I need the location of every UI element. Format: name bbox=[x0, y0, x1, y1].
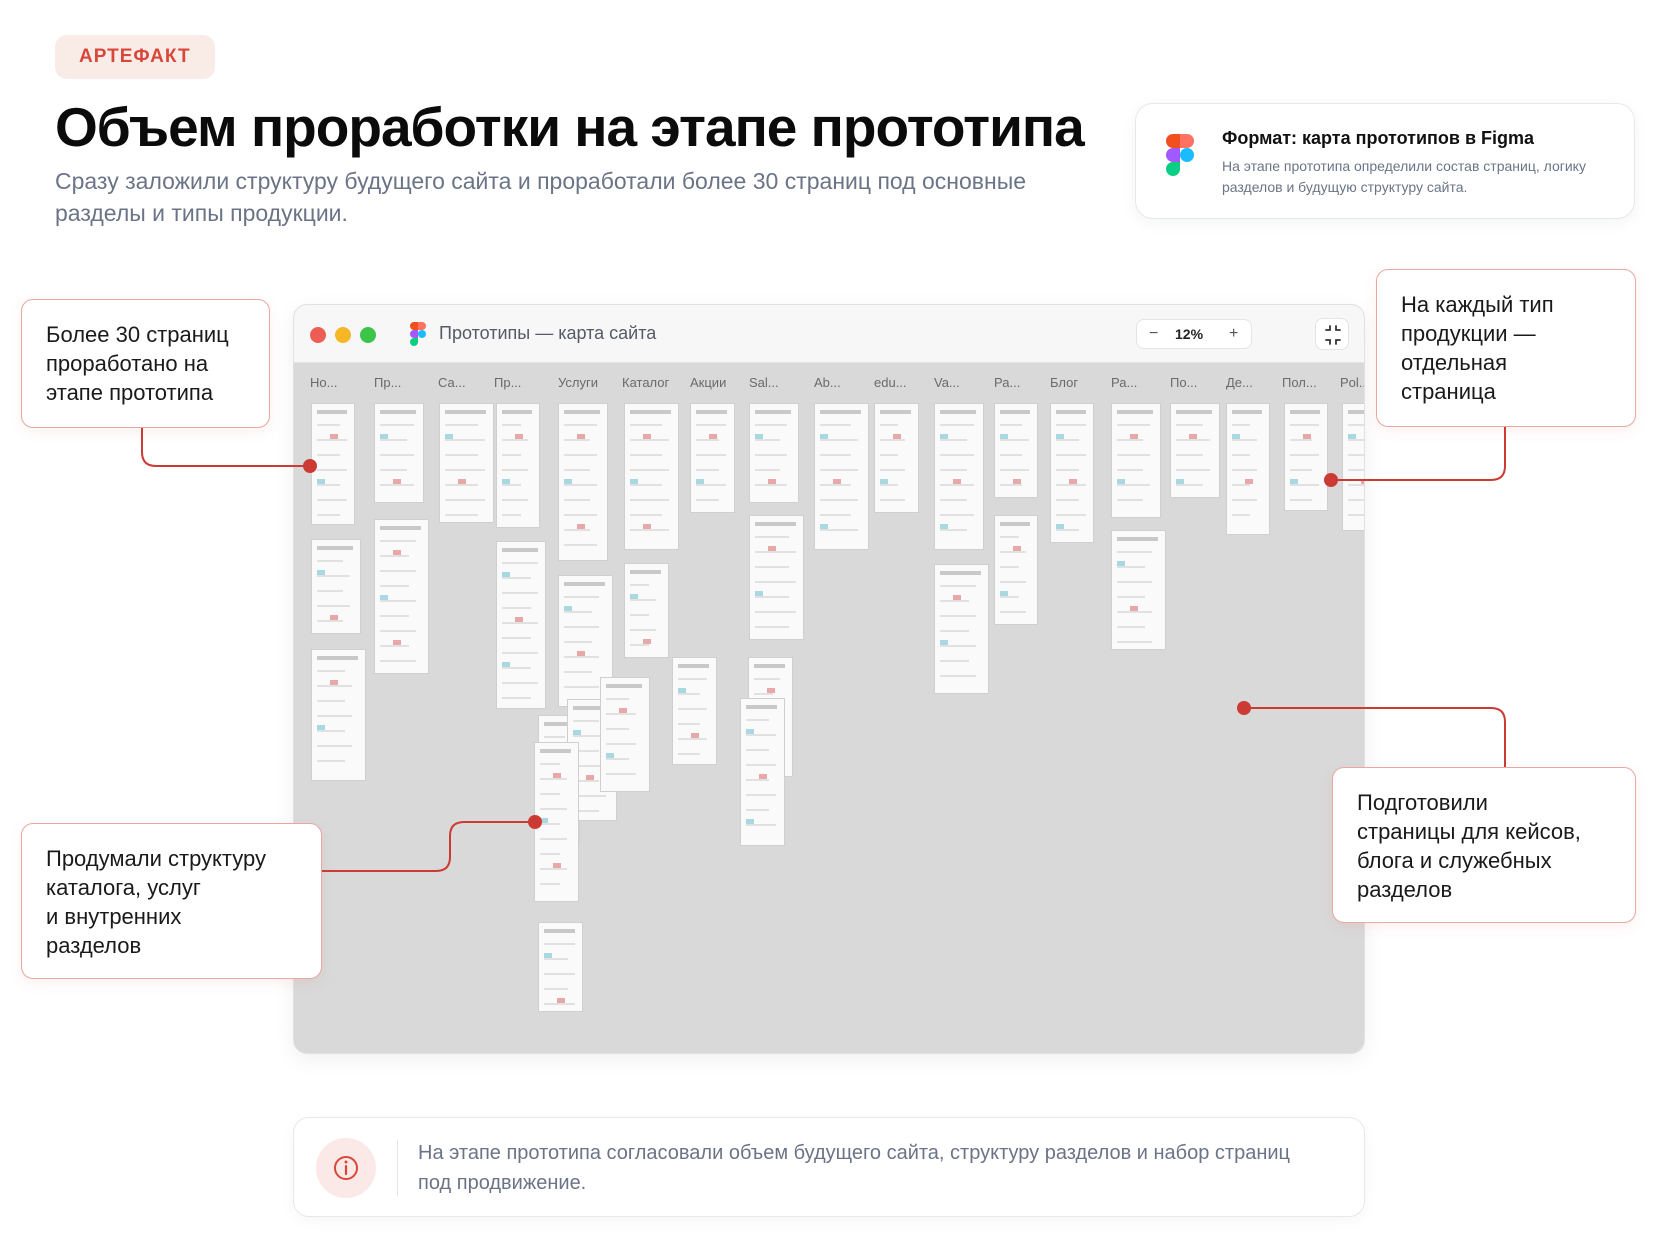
sitemap-column-label: Пол... bbox=[1282, 375, 1317, 390]
sitemap-column-label: Ра... bbox=[994, 375, 1021, 390]
artifact-badge: АРТЕФАКТ bbox=[55, 35, 215, 79]
format-card: Формат: карта прототипов в Figma На этап… bbox=[1135, 103, 1635, 219]
sitemap-column-label: Акции bbox=[690, 375, 727, 390]
info-icon-wrap bbox=[316, 1138, 376, 1198]
prototype-page-thumbnail[interactable] bbox=[624, 403, 679, 550]
close-window-button[interactable] bbox=[310, 327, 326, 343]
sitemap-column-label: Ab... bbox=[814, 375, 841, 390]
prototype-page-thumbnail[interactable] bbox=[374, 519, 429, 674]
minimize-window-button[interactable] bbox=[335, 327, 351, 343]
prototype-page-thumbnail[interactable] bbox=[311, 539, 361, 634]
window-titlebar: Прототипы — карта сайта − 12% + bbox=[294, 305, 1364, 363]
info-text: На этапе прототипа согласовали объем буд… bbox=[418, 1142, 1291, 1194]
sitemap-column-label: Но... bbox=[310, 375, 338, 390]
prototype-page-thumbnail[interactable] bbox=[749, 515, 804, 640]
prototype-page-thumbnail[interactable] bbox=[1170, 403, 1220, 498]
sitemap-column-label: Va... bbox=[934, 375, 960, 390]
sitemap-column-label: Пр... bbox=[374, 375, 402, 390]
prototype-page-thumbnail[interactable] bbox=[374, 403, 424, 503]
prototype-page-thumbnail[interactable] bbox=[690, 403, 735, 513]
sitemap-column-label: Pol... bbox=[1340, 375, 1364, 390]
info-divider bbox=[397, 1140, 398, 1196]
prototype-page-thumbnail[interactable] bbox=[1226, 403, 1270, 535]
sitemap-column-label: Услуги bbox=[558, 375, 598, 390]
collapse-icon bbox=[1325, 325, 1341, 345]
prototype-page-thumbnail[interactable] bbox=[994, 515, 1038, 625]
sitemap-column-label: Са... bbox=[438, 375, 466, 390]
prototype-page-thumbnail[interactable] bbox=[672, 657, 717, 765]
prototype-page-thumbnail[interactable] bbox=[558, 403, 608, 561]
prototype-page-thumbnail[interactable] bbox=[874, 403, 919, 513]
info-card: На этапе прототипа согласовали объем буд… bbox=[293, 1117, 1365, 1217]
sitemap-column-label: edu... bbox=[874, 375, 907, 390]
prototype-page-thumbnail[interactable] bbox=[934, 403, 984, 550]
prototype-page-thumbnail[interactable] bbox=[439, 403, 494, 523]
callout-cases-pages: Подготовили страницы для кейсов, блога и… bbox=[1332, 767, 1636, 923]
prototype-page-thumbnail[interactable] bbox=[311, 649, 366, 781]
sitemap-column-label: Блог bbox=[1050, 375, 1079, 390]
figma-icon bbox=[1166, 134, 1194, 176]
sitemap-column-label: Пр... bbox=[494, 375, 522, 390]
prototype-window: Прототипы — карта сайта − 12% + Но... Пр.… bbox=[293, 304, 1365, 1054]
sitemap-column-label: По... bbox=[1170, 375, 1198, 390]
sitemap-column-label: Де... bbox=[1226, 375, 1253, 390]
sitemap-column-label: Ра... bbox=[1111, 375, 1138, 390]
callout-per-product: На каждый тип продукции — отдельная стра… bbox=[1376, 269, 1636, 427]
prototype-page-thumbnail[interactable] bbox=[538, 922, 583, 1012]
format-text: На этапе прототипа определили состав стр… bbox=[1222, 158, 1586, 195]
page-title: Объем проработки на этапе прототипа bbox=[55, 96, 1085, 158]
sitemap-column-label: Sal... bbox=[749, 375, 779, 390]
prototype-page-thumbnail[interactable] bbox=[749, 403, 799, 503]
zoom-level: 12% bbox=[1175, 326, 1204, 342]
zoom-in-button[interactable]: + bbox=[1229, 325, 1238, 343]
zoom-control: − 12% + bbox=[1136, 319, 1252, 349]
sitemap-column-label: Каталог bbox=[622, 375, 670, 390]
prototype-page-thumbnail[interactable] bbox=[740, 698, 785, 846]
callout-pages-count: Более 30 страниц проработано на этапе пр… bbox=[21, 299, 270, 428]
page-subtitle: Сразу заложили структуру будущего сайта … bbox=[55, 168, 1027, 226]
prototype-page-thumbnail[interactable] bbox=[534, 742, 579, 902]
format-title: Формат: карта прототипов в Figma bbox=[1222, 128, 1535, 148]
connector-pages-count bbox=[141, 428, 310, 467]
prototype-page-thumbnail[interactable] bbox=[934, 564, 989, 694]
prototype-page-thumbnail[interactable] bbox=[311, 403, 355, 525]
callout-catalog-structure: Продумали структуру каталога, услуг и вн… bbox=[21, 823, 322, 979]
prototype-page-thumbnail[interactable] bbox=[1111, 530, 1166, 650]
window-title: Прототипы — карта сайта bbox=[439, 323, 657, 343]
prototype-page-thumbnail[interactable] bbox=[1050, 403, 1094, 543]
maximize-window-button[interactable] bbox=[360, 327, 376, 343]
prototype-page-thumbnail[interactable] bbox=[1342, 403, 1364, 531]
collapse-button[interactable] bbox=[1315, 318, 1349, 350]
prototype-page-thumbnail[interactable] bbox=[496, 541, 546, 709]
info-icon bbox=[334, 1156, 358, 1180]
prototype-page-thumbnail[interactable] bbox=[814, 403, 869, 550]
prototype-page-thumbnail[interactable] bbox=[1284, 403, 1328, 511]
prototype-page-thumbnail[interactable] bbox=[496, 403, 540, 528]
prototype-page-thumbnail[interactable] bbox=[994, 403, 1038, 498]
figma-icon bbox=[410, 322, 426, 346]
prototype-page-thumbnail[interactable] bbox=[600, 677, 650, 792]
prototype-page-thumbnail[interactable] bbox=[1111, 403, 1161, 518]
prototype-page-thumbnail[interactable] bbox=[624, 563, 669, 658]
zoom-out-button[interactable]: − bbox=[1149, 325, 1158, 343]
